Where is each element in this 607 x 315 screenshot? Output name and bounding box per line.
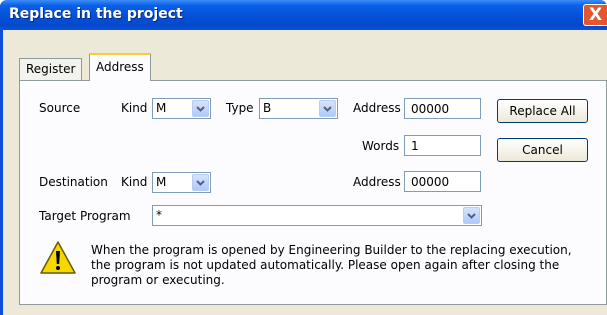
warning-message-line: When the program is opened by Engineerin… <box>91 243 572 257</box>
source-type-value: B <box>263 101 272 115</box>
replace-all-button[interactable]: Replace All <box>497 99 588 123</box>
source-address-input[interactable]: 00000 <box>404 98 481 119</box>
words-input[interactable]: 1 <box>404 135 481 156</box>
dialog-title: Replace in the project <box>9 6 183 22</box>
destination-kind-value: M <box>156 175 167 189</box>
destination-address-value: 00000 <box>411 175 450 189</box>
source-type-select[interactable]: B <box>259 98 338 119</box>
chevron-down-icon[interactable] <box>192 100 209 117</box>
target-program-value: * <box>156 208 162 222</box>
tab-address[interactable]: Address <box>89 53 151 81</box>
chevron-down-icon[interactable] <box>192 174 209 191</box>
warning-icon <box>39 240 77 279</box>
destination-address-label: Address <box>353 175 401 189</box>
title-bar[interactable]: Replace in the project X <box>0 0 607 30</box>
warning-message-line: program or executing. <box>91 273 225 287</box>
source-address-label: Address <box>353 101 401 115</box>
source-kind-value: M <box>156 101 167 115</box>
source-kind-select[interactable]: M <box>152 98 211 119</box>
cancel-button[interactable]: Cancel <box>497 138 588 162</box>
words-value: 1 <box>411 139 419 153</box>
destination-label: Destination <box>39 175 108 189</box>
close-button[interactable]: X <box>583 4 607 26</box>
warning-message: When the program is opened by Engineerin… <box>91 243 591 288</box>
source-address-value: 00000 <box>411 102 450 116</box>
source-label: Source <box>39 101 81 115</box>
destination-kind-label: Kind <box>121 175 148 189</box>
source-type-label: Type <box>226 101 254 115</box>
words-label: Words <box>362 139 400 153</box>
chevron-down-icon[interactable] <box>463 207 480 224</box>
chevron-down-icon[interactable] <box>319 100 336 117</box>
destination-kind-select[interactable]: M <box>152 172 211 193</box>
target-program-select[interactable]: * <box>152 205 482 226</box>
warning-message-line: the program is not updated automatically… <box>91 258 560 272</box>
source-kind-label: Kind <box>121 101 148 115</box>
tab-register[interactable]: Register <box>19 58 83 80</box>
destination-address-input[interactable]: 00000 <box>404 171 481 192</box>
target-program-label: Target Program <box>39 209 131 223</box>
